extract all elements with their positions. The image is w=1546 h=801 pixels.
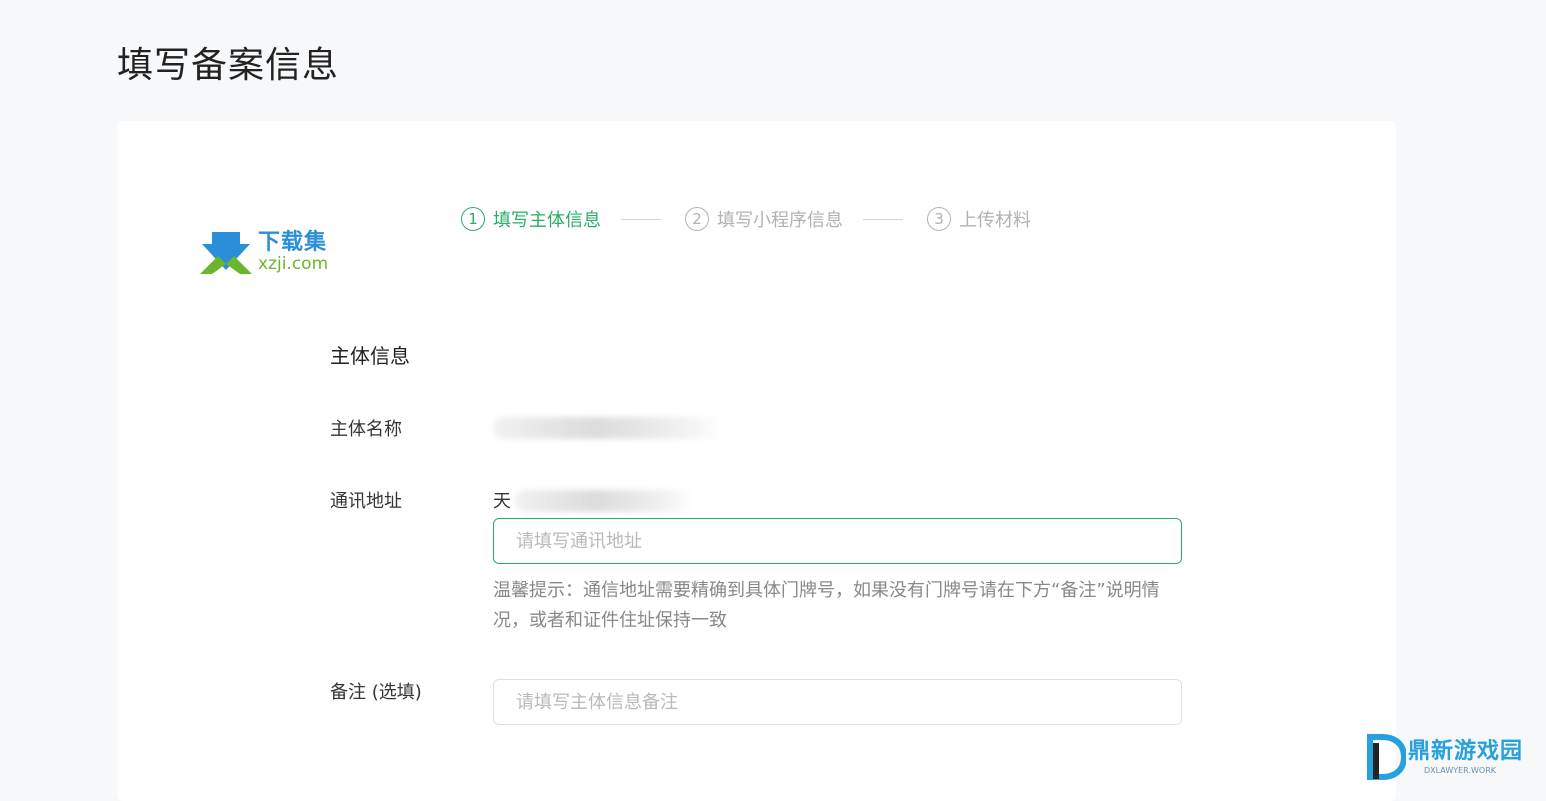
step-divider (621, 218, 661, 220)
corner-watermark-en: DXLAWYER.WORK (1424, 766, 1496, 775)
watermark-logo-en: xzji.com (258, 254, 329, 274)
step-3-label: 上传材料 (959, 210, 1031, 231)
step-2: 2 填写小程序信息 (685, 206, 843, 232)
address-input[interactable] (493, 518, 1182, 564)
page-title: 填写备案信息 (117, 45, 340, 86)
step-2-label: 填写小程序信息 (717, 210, 843, 231)
address-value-redacted (515, 490, 695, 512)
section-title: 主体信息 (330, 344, 410, 368)
subject-name-label: 主体名称 (330, 419, 402, 440)
remark-label: 备注 (选填) (330, 682, 422, 703)
address-label: 通讯地址 (330, 491, 402, 512)
subject-name-value-redacted (493, 417, 723, 439)
step-indicator: 1 填写主体信息 2 填写小程序信息 3 上传材料 (461, 205, 1031, 233)
step-3-number: 3 (927, 207, 951, 231)
download-arrow-logo-icon (200, 232, 252, 274)
remark-input[interactable] (493, 679, 1182, 725)
step-1: 1 填写主体信息 (461, 206, 601, 232)
step-1-label: 填写主体信息 (493, 210, 601, 231)
address-tip: 温馨提示：通信地址需要精确到具体门牌号，如果没有门牌号请在下方“备注”说明情况，… (493, 580, 1160, 631)
watermark-logo: 下载集 xzji.com (200, 230, 340, 278)
step-divider (863, 218, 903, 220)
step-2-number: 2 (685, 207, 709, 231)
corner-watermark-cn: 鼎新游戏园 (1408, 739, 1524, 764)
step-3: 3 上传材料 (927, 206, 1031, 232)
address-value-prefix: 天 (493, 491, 511, 512)
corner-watermark: 鼎新游戏园 DXLAWYER.WORK (1362, 733, 1542, 783)
step-1-number: 1 (461, 207, 485, 231)
d-letter-logo-icon (1367, 734, 1406, 780)
watermark-logo-cn: 下载集 (258, 230, 328, 255)
